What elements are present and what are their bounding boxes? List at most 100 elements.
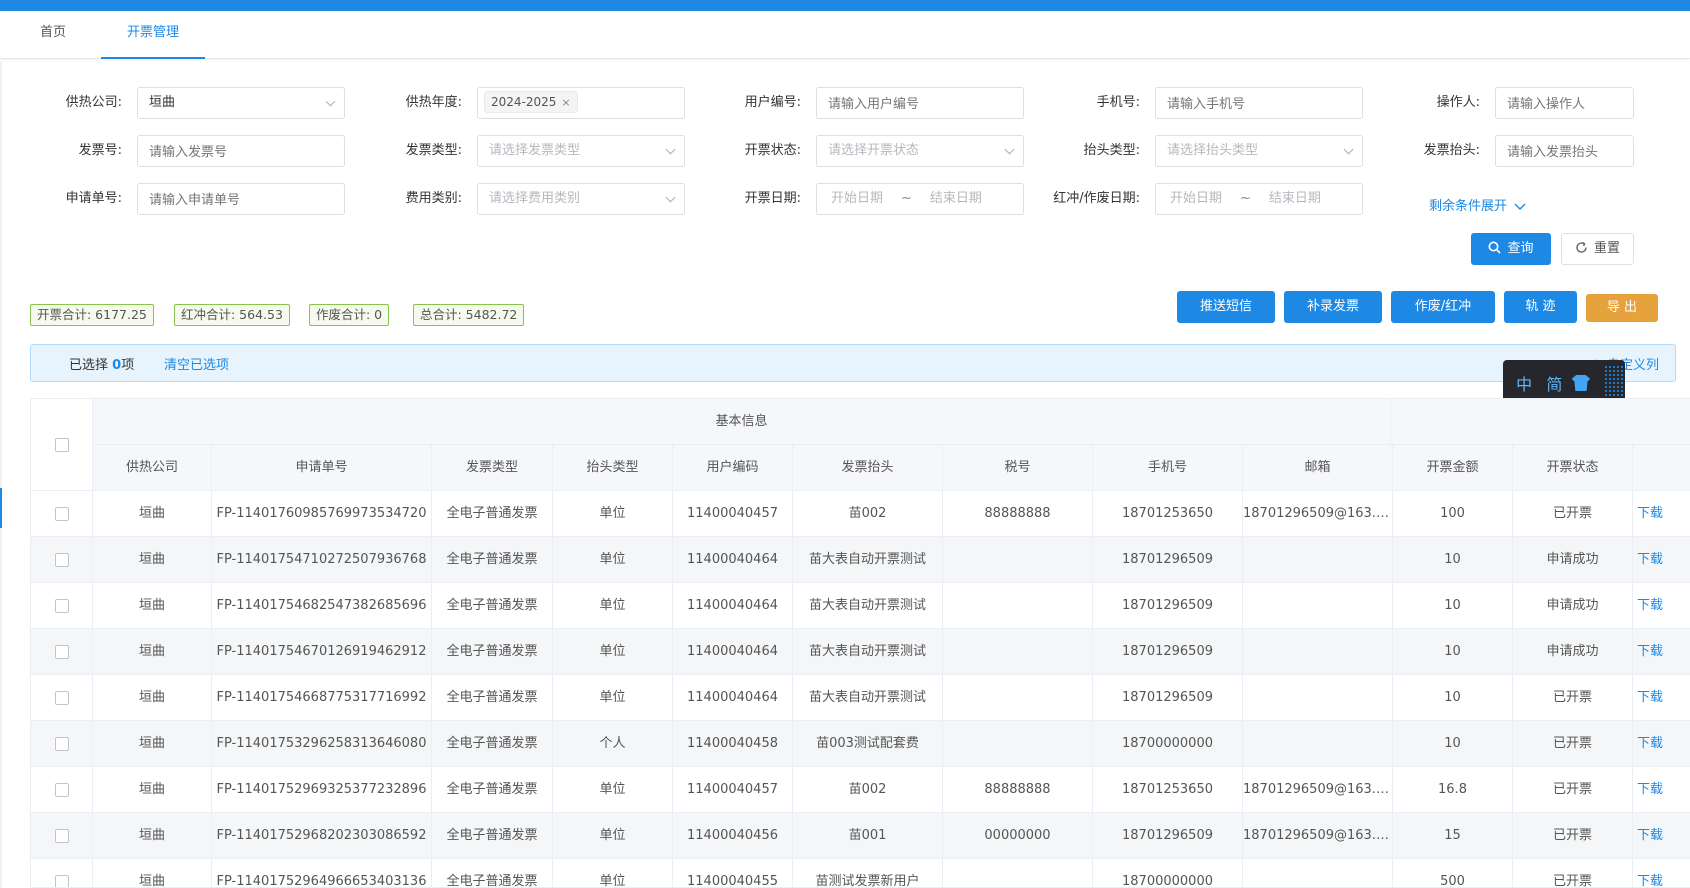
row-checkbox[interactable] xyxy=(54,736,69,751)
download-link[interactable]: 下载 xyxy=(1637,874,1663,887)
fee-type-select[interactable]: 请选择费用类别 xyxy=(477,183,685,215)
cell-user-code: 11400040464 xyxy=(673,583,793,629)
row-checkbox[interactable] xyxy=(54,506,69,521)
invoice-no-input[interactable] xyxy=(137,135,345,167)
cell-user-code: 11400040455 xyxy=(673,859,793,887)
chevron-down-icon xyxy=(325,96,336,107)
row-checkbox[interactable] xyxy=(54,828,69,843)
cell-status: 申请成功 xyxy=(1513,583,1633,629)
row-checkbox[interactable] xyxy=(54,644,69,659)
table-row[interactable]: 垣曲 FP-11401754668775317716992 全电子普通发票 单位 114… xyxy=(31,675,1690,721)
supplement-invoice-button[interactable]: 补录发票 xyxy=(1284,291,1382,323)
cell-email xyxy=(1243,675,1393,721)
redvoid-date-range-picker[interactable]: 开始日期 ~ 结束日期 xyxy=(1155,183,1363,215)
table-row[interactable]: 垣曲 FP-11401752969325377232896 全电子普通发票 单位 114… xyxy=(31,767,1690,813)
cell-header-type: 单位 xyxy=(553,813,673,859)
tab-home[interactable]: 首页 xyxy=(30,11,76,59)
operator-input[interactable] xyxy=(1495,87,1634,119)
cell-email xyxy=(1243,859,1393,887)
cell-user-code: 11400040458 xyxy=(673,721,793,767)
apply-no-input[interactable] xyxy=(137,183,345,215)
cell-phone: 18700000000 xyxy=(1093,721,1243,767)
close-icon[interactable]: × xyxy=(561,96,570,109)
redvoid-date-range-body: 开始日期 ~ 结束日期 xyxy=(1156,184,1362,214)
table-row[interactable]: 垣曲 FP-11401753296258313646080 全电子普通发票 个人 114… xyxy=(31,721,1690,767)
refresh-icon xyxy=(1576,241,1587,253)
user-no-label: 用户编号: xyxy=(744,95,801,110)
download-link[interactable]: 下载 xyxy=(1637,690,1663,705)
date-range-picker[interactable]: 开始日期 ~ 结束日期 xyxy=(816,183,1024,215)
cell-amount: 10 xyxy=(1393,629,1513,675)
cell-invoice-header: 苗大表自动开票测试 xyxy=(793,629,943,675)
row-checkbox[interactable] xyxy=(54,874,69,887)
row-checkbox[interactable] xyxy=(54,782,69,797)
tab-invoice-management[interactable]: 开票管理 xyxy=(101,11,205,59)
cell-invoice-header: 苗003测试配套费 xyxy=(793,721,943,767)
download-link[interactable]: 下载 xyxy=(1637,782,1663,797)
company-select[interactable]: 垣曲 xyxy=(137,87,345,119)
cell-apply-no: FP-11401753296258313646080 xyxy=(212,721,432,767)
export-button[interactable]: 导 出 xyxy=(1586,294,1658,322)
col-header-user-code: 用户编码 xyxy=(673,445,793,491)
query-button[interactable]: 查询 xyxy=(1471,233,1551,265)
status-select[interactable]: 请选择开票状态 xyxy=(816,135,1024,167)
invoice-header-input[interactable] xyxy=(1495,135,1634,167)
reset-button[interactable]: 重置 xyxy=(1561,233,1634,265)
push-sms-button[interactable]: 推送短信 xyxy=(1177,291,1275,323)
user-no-input[interactable] xyxy=(816,87,1024,119)
table-row[interactable]: 垣曲 FP-11401754682547382685696 全电子普通发票 单位 114… xyxy=(31,583,1690,629)
download-link[interactable]: 下载 xyxy=(1637,598,1663,613)
col-header-invoice-type: 发票类型 xyxy=(432,445,553,491)
table-row[interactable]: 垣曲 FP-11401760985769973534720 全电子普通发票 单位 114… xyxy=(31,491,1690,537)
cell-tax-no xyxy=(943,583,1093,629)
table-row[interactable]: 垣曲 FP-11401754710272507936768 全电子普通发票 单位 114… xyxy=(31,537,1690,583)
select-all-checkbox[interactable] xyxy=(54,437,69,452)
invoice-type-label: 发票类型: xyxy=(405,143,462,158)
cell-header-type: 单位 xyxy=(553,629,673,675)
table-row[interactable]: 垣曲 FP-11401752964966653403136 全电子普通发票 单位 114… xyxy=(31,859,1690,887)
cell-invoice-type: 全电子普通发票 xyxy=(432,629,553,675)
col-header-invoice-header: 发票抬头 xyxy=(793,445,943,491)
table-row[interactable]: 垣曲 FP-11401752968202303086592 全电子普通发票 单位 114… xyxy=(31,813,1690,859)
status-label: 开票状态: xyxy=(744,143,801,158)
chevron-down-icon xyxy=(1343,144,1354,155)
cell-invoice-header: 苗大表自动开票测试 xyxy=(793,583,943,629)
download-link[interactable]: 下载 xyxy=(1637,552,1663,567)
invoice-type-placeholder: 请选择发票类型 xyxy=(489,143,581,158)
cell-invoice-header: 苗大表自动开票测试 xyxy=(793,675,943,721)
year-multiselect[interactable]: 2024-2025 × xyxy=(477,87,685,119)
row-checkbox[interactable] xyxy=(54,552,69,567)
header-type-select[interactable]: 请选择抬头类型 xyxy=(1155,135,1363,167)
cell-action: 下载 xyxy=(1633,537,1690,583)
table-row[interactable]: 垣曲 FP-11401754670126919462912 全电子普通发票 单位 114… xyxy=(31,629,1690,675)
invoice-no-label: 发票号: xyxy=(78,143,122,158)
cell-amount: 15 xyxy=(1393,813,1513,859)
row-checkbox[interactable] xyxy=(54,690,69,705)
cell-action: 下载 xyxy=(1633,629,1690,675)
download-link[interactable]: 下载 xyxy=(1637,736,1663,751)
cell-tax-no xyxy=(943,537,1093,583)
operator-label: 操作人: xyxy=(1436,95,1480,110)
invoice-type-select[interactable]: 请选择发票类型 xyxy=(477,135,685,167)
cell-invoice-type: 全电子普通发票 xyxy=(432,767,553,813)
redvoid-date-separator: ~ xyxy=(1240,191,1251,206)
phone-input[interactable] xyxy=(1155,87,1363,119)
ime-simplified-toggle[interactable]: 简 xyxy=(1541,371,1567,395)
cell-amount: 10 xyxy=(1393,721,1513,767)
row-checkbox[interactable] xyxy=(54,598,69,613)
void-red-button[interactable]: 作废/红冲 xyxy=(1391,291,1495,323)
expand-conditions-link[interactable]: 剩余条件展开 xyxy=(1429,195,1526,214)
clear-selection-link[interactable]: 清空已选项 xyxy=(164,354,229,373)
cell-phone: 18701253650 xyxy=(1093,767,1243,813)
download-link[interactable]: 下载 xyxy=(1637,644,1663,659)
cell-apply-no: FP-11401754682547382685696 xyxy=(212,583,432,629)
cell-status: 已开票 xyxy=(1513,767,1633,813)
ime-chinese-toggle[interactable]: 中 xyxy=(1511,371,1537,395)
status-placeholder: 请选择开票状态 xyxy=(828,143,920,158)
track-button[interactable]: 轨 迹 xyxy=(1504,291,1577,323)
skin-icon[interactable] xyxy=(1571,375,1591,391)
selection-prefix: 已选择 xyxy=(69,358,109,373)
download-link[interactable]: 下载 xyxy=(1637,506,1663,521)
download-link[interactable]: 下载 xyxy=(1637,828,1663,843)
chevron-down-icon xyxy=(1004,144,1015,155)
